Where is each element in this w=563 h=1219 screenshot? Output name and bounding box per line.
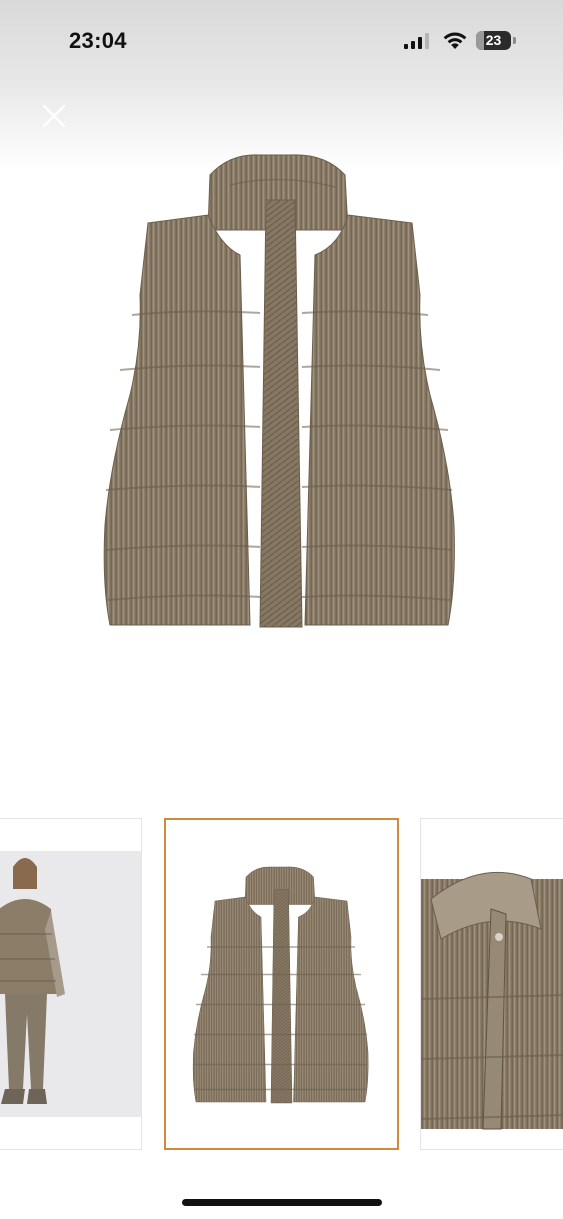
thumbnail-vest-front[interactable] xyxy=(164,818,399,1150)
home-indicator[interactable] xyxy=(182,1199,382,1206)
close-button[interactable] xyxy=(36,98,72,134)
model-image xyxy=(0,858,65,1104)
battery-percent: 23 xyxy=(485,32,502,48)
product-main-image[interactable] xyxy=(90,145,470,645)
close-icon xyxy=(42,104,66,128)
thumbnail-strip xyxy=(0,818,563,1150)
cellular-signal-icon xyxy=(404,33,429,49)
status-bar: 23:04 23 xyxy=(0,0,563,84)
status-time: 23:04 xyxy=(69,28,127,53)
thumbnail-model[interactable] xyxy=(0,818,142,1150)
wifi-icon xyxy=(443,32,467,49)
collar-detail-image xyxy=(421,871,563,1130)
thumbnail-collar-detail[interactable] xyxy=(420,818,563,1150)
vest-thumbnail-image xyxy=(192,866,369,1104)
